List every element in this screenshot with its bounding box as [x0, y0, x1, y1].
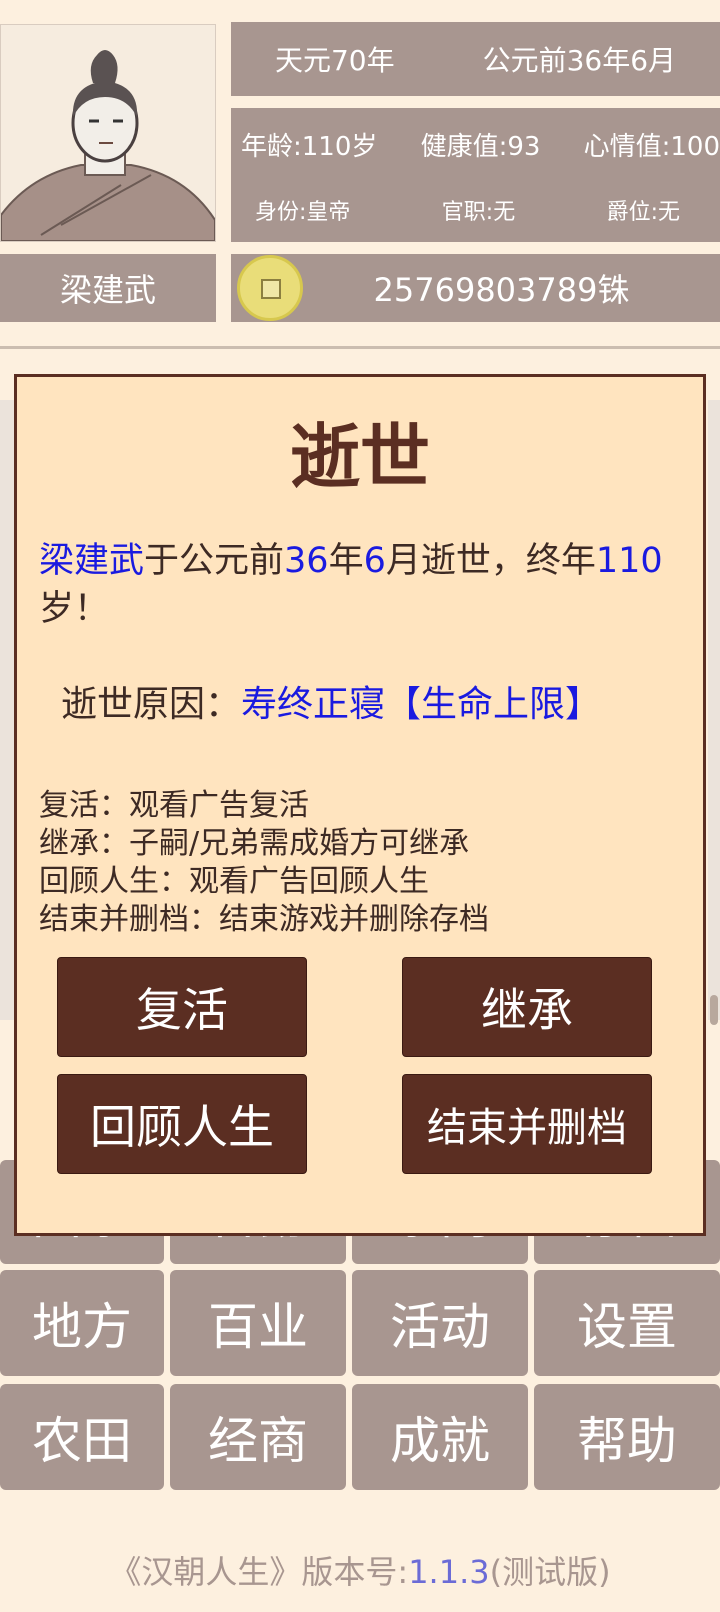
nav-button-activities[interactable]: 活动	[352, 1270, 528, 1376]
death-age: 110	[595, 541, 663, 581]
deceased-name: 梁建武	[39, 541, 145, 581]
nav-button-commerce[interactable]: 经商	[170, 1384, 346, 1490]
footer-suffix: (测试版)	[489, 1553, 611, 1591]
office-stat: 官职:无	[441, 200, 516, 225]
age-stat: 年龄:110岁	[241, 132, 378, 162]
nav-button-settings[interactable]: 设置	[534, 1270, 720, 1376]
death-message: 梁建武于公元前36年6月逝世，终年110 岁！	[39, 537, 685, 633]
option-desc-revive: 复活：观看广告复活	[39, 788, 309, 823]
character-name: 梁建武	[0, 254, 216, 322]
revive-button[interactable]: 复活	[57, 957, 307, 1057]
msg-text: 岁！	[39, 589, 110, 629]
dialog-title: 逝世	[290, 416, 430, 498]
money-panel: 25769803789铢	[231, 254, 720, 322]
option-desc-end: 结束并删档：结束游戏并删除存档	[39, 902, 489, 937]
nav-button-farmland[interactable]: 农田	[0, 1384, 164, 1490]
era-panel: 天元70年 公元前36年6月	[231, 22, 720, 96]
mood-stat: 心情值:100	[583, 132, 720, 162]
death-cause: 逝世原因：寿终正寝【生命上限】	[61, 675, 601, 727]
version-footer: 《汉朝人生》版本号:1.1.3(测试版)	[0, 1542, 720, 1602]
cause-label: 逝世原因：	[61, 684, 242, 725]
death-month: 6	[363, 541, 386, 581]
scrollbar[interactable]	[710, 995, 718, 1025]
version-number: 1.1.3	[408, 1553, 490, 1591]
msg-text: 月逝世，终年	[385, 541, 596, 581]
health-stat: 健康值:93	[420, 132, 541, 162]
status-stat: 身份:皇帝	[255, 200, 351, 225]
footer-prefix: 《汉朝人生》版本号:	[109, 1553, 409, 1591]
calendar-date: 公元前36年6月	[482, 44, 677, 77]
background-panel	[0, 400, 14, 1020]
header-divider	[0, 346, 720, 349]
emperor-avatar-icon	[0, 50, 216, 242]
nav-button-trades[interactable]: 百业	[170, 1270, 346, 1376]
reign-year: 天元70年	[274, 44, 395, 77]
background-panel	[708, 400, 720, 1020]
nav-button-help[interactable]: 帮助	[534, 1384, 720, 1490]
death-dialog: 逝世 梁建武于公元前36年6月逝世，终年110 岁！ 逝世原因：寿终正寝【生命上限…	[14, 374, 706, 1236]
option-desc-review: 回顾人生：观看广告回顾人生	[39, 864, 429, 899]
death-year: 36	[284, 541, 329, 581]
cause-value: 寿终正寝【生命上限】	[241, 684, 602, 725]
money-value: 25769803789铢	[373, 271, 630, 309]
review-life-button[interactable]: 回顾人生	[57, 1074, 307, 1174]
coin-icon	[237, 255, 303, 321]
option-descriptions: 复活：观看广告复活 继承：子嗣/兄弟需成婚方可继承 回顾人生：观看广告回顾人生 …	[39, 787, 489, 939]
msg-text: 于公元前	[144, 541, 285, 581]
option-desc-inherit: 继承：子嗣/兄弟需成婚方可继承	[39, 826, 470, 861]
nav-button-region[interactable]: 地方	[0, 1270, 164, 1376]
stats-panel: 年龄:110岁 健康值:93 心情值:100 身份:皇帝 官职:无 爵位:无	[231, 108, 720, 242]
inherit-button[interactable]: 继承	[402, 957, 652, 1057]
end-and-delete-button[interactable]: 结束并删档	[402, 1074, 652, 1174]
msg-text: 年	[328, 541, 364, 581]
character-portrait[interactable]	[0, 24, 216, 242]
title-stat: 爵位:无	[606, 200, 680, 225]
nav-button-achievements[interactable]: 成就	[352, 1384, 528, 1490]
